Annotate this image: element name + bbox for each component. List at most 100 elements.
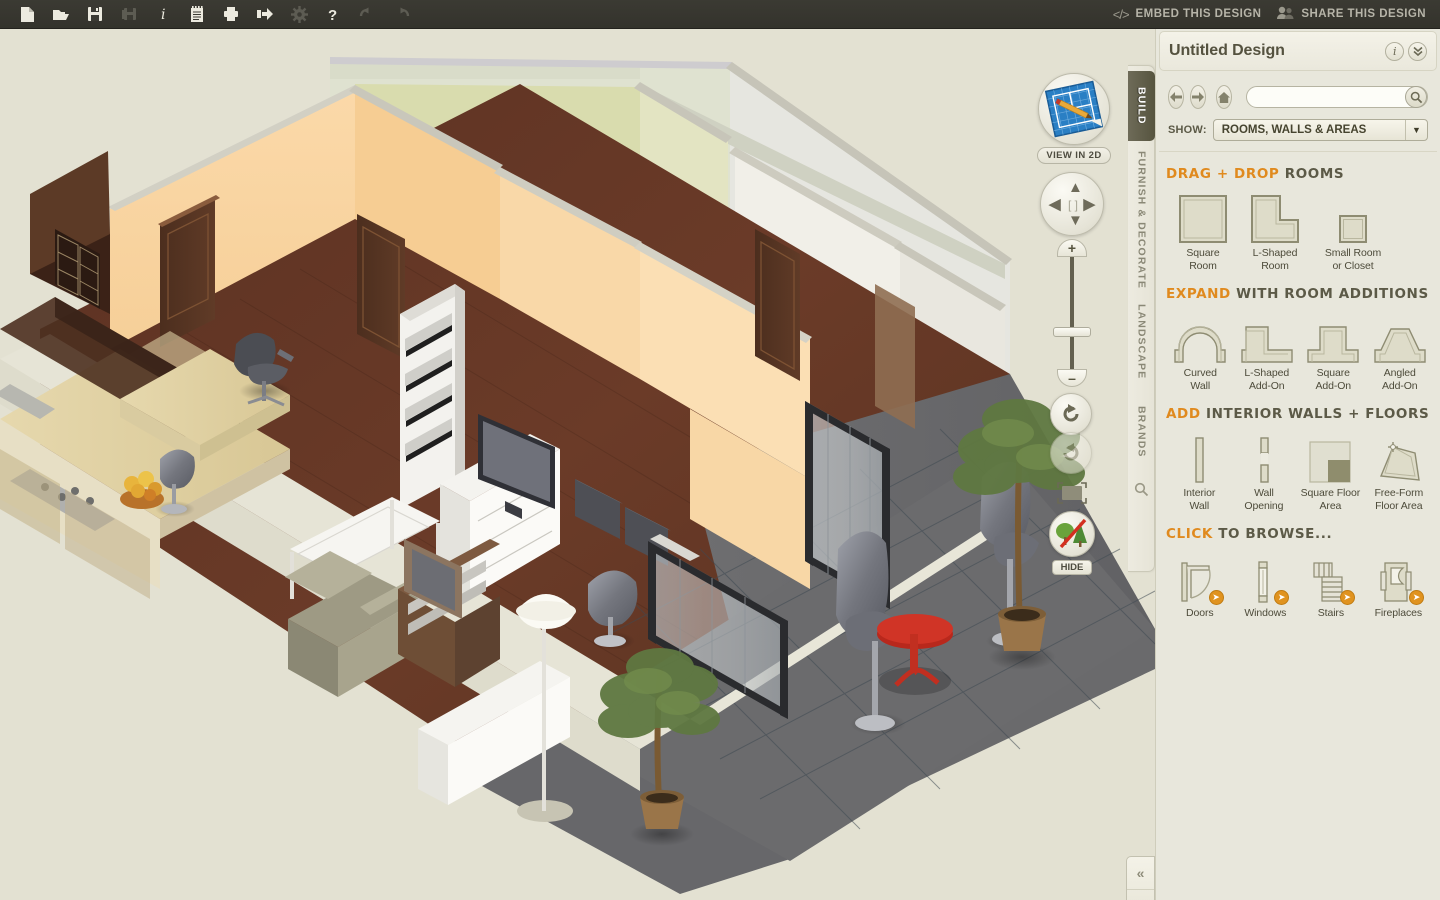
settings-gear-icon[interactable] xyxy=(282,1,316,28)
toolbar-right-actions: </> EMBED THIS DESIGN SHARE THIS DESIGN xyxy=(1113,6,1440,23)
design-canvas[interactable]: VIEW IN 2D ▲ ▼ ◀ ▶ [ ] + – HIDE « xyxy=(0,29,1155,900)
hide-landscape-control[interactable]: HIDE xyxy=(1048,511,1096,575)
panel-collapse-button[interactable] xyxy=(1408,41,1427,61)
new-file-icon[interactable] xyxy=(10,1,44,28)
search-icon xyxy=(1410,91,1422,103)
zoom-slider-track[interactable] xyxy=(1070,247,1074,379)
search-input[interactable] xyxy=(1247,91,1405,103)
item-l-shaped-add-on[interactable]: L-Shaped Add-On xyxy=(1237,312,1298,392)
chevron-down-icon[interactable]: ▼ xyxy=(1405,120,1427,140)
section-title-rest: TO BROWSE... xyxy=(1218,526,1333,542)
help-icon[interactable]: ? xyxy=(316,1,350,28)
zoom-in-button[interactable]: + xyxy=(1057,239,1087,257)
item-windows[interactable]: ➤ Windows xyxy=(1236,552,1296,620)
item-square-room[interactable]: Square Room xyxy=(1174,192,1232,272)
item-stairs[interactable]: ➤ Stairs xyxy=(1301,552,1361,620)
item-label: Square Add-On xyxy=(1315,367,1352,392)
rotate-right-button[interactable] xyxy=(1050,432,1092,474)
item-l-shaped-room[interactable]: L-Shaped Room xyxy=(1246,192,1304,272)
item-label: Doors xyxy=(1186,607,1214,619)
rail-search-icon[interactable] xyxy=(1128,472,1155,506)
rail-tab-furnish-decorate[interactable]: FURNISH & DECORATE xyxy=(1128,150,1155,290)
rotate-left-button[interactable] xyxy=(1050,393,1092,435)
share-design-button[interactable]: SHARE THIS DESIGN xyxy=(1277,6,1426,23)
view-in-2d-control[interactable]: VIEW IN 2D xyxy=(1035,73,1113,164)
square-room-thumb xyxy=(1174,192,1232,244)
zoom-out-button[interactable]: – xyxy=(1057,369,1087,387)
free-form-floor-thumb xyxy=(1368,432,1430,484)
embed-design-button[interactable]: </> EMBED THIS DESIGN xyxy=(1113,7,1262,22)
pan-up-arrow-icon[interactable]: ▲ xyxy=(1068,180,1083,195)
item-small-room-or-closet[interactable]: Small Room or Closet xyxy=(1318,192,1388,272)
notes-icon[interactable] xyxy=(180,1,214,28)
save-as-icon[interactable] xyxy=(112,1,146,28)
fit-to-screen-button[interactable] xyxy=(1053,479,1091,507)
wall-opening-thumb xyxy=(1235,432,1294,484)
save-icon[interactable] xyxy=(78,1,112,28)
nav-home-button[interactable] xyxy=(1216,85,1232,109)
category-tab-rail: BUILD FURNISH & DECORATE LANDSCAPE BRAND… xyxy=(1128,65,1155,572)
panel-search-field[interactable] xyxy=(1246,86,1428,108)
undo-icon[interactable] xyxy=(350,1,384,28)
arrow-left-icon xyxy=(1170,92,1182,102)
section-title-highlight: ADD xyxy=(1166,406,1201,422)
search-submit-button[interactable] xyxy=(1405,86,1427,108)
section-drag-drop-rooms: DRAG + DROP ROOMS Square Room L-Shaped R… xyxy=(1166,166,1430,272)
stairs-browse-badge-icon[interactable]: ➤ xyxy=(1339,590,1355,605)
doors-browse-badge-icon[interactable]: ➤ xyxy=(1208,590,1224,605)
show-filter-value: ROOMS, WALLS & AREAS xyxy=(1221,124,1367,136)
windows-thumb: ➤ xyxy=(1236,552,1296,605)
hide-label[interactable]: HIDE xyxy=(1051,560,1093,575)
pan-right-arrow-icon[interactable]: ▶ xyxy=(1083,197,1095,212)
item-label: Square Floor Area xyxy=(1300,487,1361,512)
item-angled-add-on[interactable]: Angled Add-On xyxy=(1370,312,1431,392)
fireplaces-thumb: ➤ xyxy=(1367,552,1430,605)
rail-tab-landscape[interactable]: LANDSCAPE xyxy=(1128,294,1155,390)
collapse-left-button[interactable]: « xyxy=(1127,857,1154,889)
3d-floorplan-scene[interactable] xyxy=(0,29,1155,900)
nav-forward-button[interactable] xyxy=(1190,85,1206,109)
item-fireplaces[interactable]: ➤ Fireplaces xyxy=(1367,552,1430,620)
embed-design-label: EMBED THIS DESIGN xyxy=(1135,8,1262,20)
item-square-add-on[interactable]: Square Add-On xyxy=(1303,312,1364,392)
show-filter-select[interactable]: ROOMS, WALLS & AREAS ▼ xyxy=(1212,119,1428,141)
item-curved-wall[interactable]: Curved Wall xyxy=(1170,312,1231,392)
item-free-form-floor-area[interactable]: Free-Form Floor Area xyxy=(1368,432,1430,512)
small-room-thumb xyxy=(1318,192,1388,244)
zoom-slider-handle[interactable] xyxy=(1053,327,1091,337)
info-icon[interactable]: i xyxy=(146,1,180,28)
design-info-button[interactable]: i xyxy=(1385,41,1404,61)
item-doors[interactable]: ➤ Doors xyxy=(1170,552,1230,620)
pan-down-arrow-icon[interactable]: ▼ xyxy=(1068,213,1083,228)
nav-back-button[interactable] xyxy=(1168,85,1184,109)
export-icon[interactable] xyxy=(248,1,282,28)
curved-wall-thumb xyxy=(1170,312,1231,364)
item-label: Curved Wall xyxy=(1183,367,1217,392)
windows-browse-badge-icon[interactable]: ➤ xyxy=(1274,590,1290,605)
doors-thumb: ➤ xyxy=(1170,552,1230,605)
hide-landscape-button[interactable] xyxy=(1049,511,1095,557)
recenter-view-icon[interactable]: [ ] xyxy=(1063,195,1083,215)
view-in-2d-label[interactable]: VIEW IN 2D xyxy=(1037,147,1111,164)
rail-tab-build[interactable]: BUILD xyxy=(1128,71,1155,141)
pan-control-pad[interactable]: ▲ ▼ ◀ ▶ [ ] xyxy=(1040,172,1104,236)
panel-header: Untitled Design i xyxy=(1159,31,1437,71)
right-tool-panel: Untitled Design i SHOW: ROOMS, WALLS & A… xyxy=(1155,29,1440,900)
open-folder-icon[interactable] xyxy=(44,1,78,28)
item-square-floor-area[interactable]: Square Floor Area xyxy=(1299,432,1361,512)
zoom-slider[interactable]: + – xyxy=(1053,239,1091,387)
pan-left-arrow-icon[interactable]: ◀ xyxy=(1049,197,1061,212)
collapse-right-button[interactable]: » xyxy=(1127,889,1154,900)
fireplaces-browse-badge-icon[interactable]: ➤ xyxy=(1409,590,1425,605)
ang-addon-thumb xyxy=(1370,312,1431,364)
redo-icon[interactable] xyxy=(384,1,418,28)
embed-code-icon: </> xyxy=(1112,6,1130,22)
print-icon[interactable] xyxy=(214,1,248,28)
item-wall-opening[interactable]: Wall Opening xyxy=(1235,432,1294,512)
view-in-2d-button[interactable] xyxy=(1038,73,1110,145)
home-icon xyxy=(1218,91,1230,103)
rail-tab-brands[interactable]: BRANDS xyxy=(1128,396,1155,468)
section-title-rest: INTERIOR WALLS + FLOORS xyxy=(1205,406,1430,422)
section-click-to-browse: CLICK TO BROWSE... ➤ Doors ➤ Windows ➤ S… xyxy=(1166,526,1430,620)
item-interior-wall[interactable]: Interior Wall xyxy=(1170,432,1229,512)
